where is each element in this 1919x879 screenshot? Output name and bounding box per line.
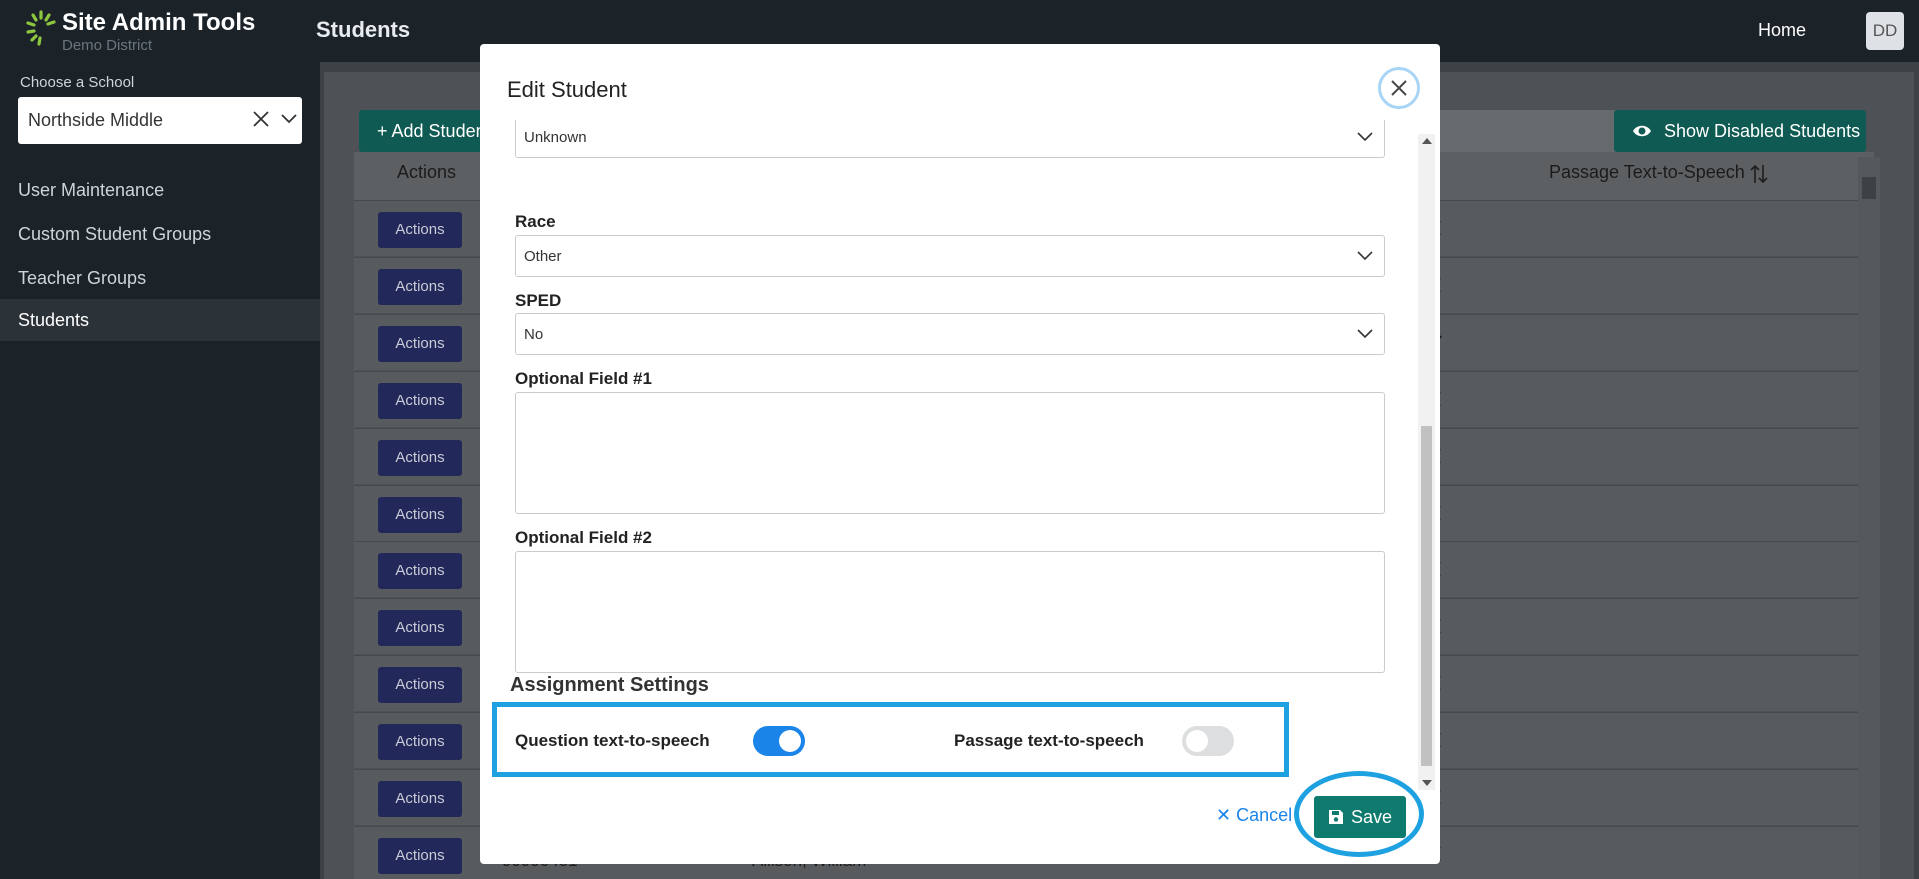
district-name: Demo District bbox=[62, 37, 153, 54]
question-tts-label: Question text-to-speech bbox=[515, 731, 710, 750]
show-disabled-students-button[interactable]: Show Disabled Students bbox=[1614, 110, 1866, 152]
logo-icon bbox=[26, 10, 56, 46]
sidebar-item-students[interactable]: Students bbox=[0, 299, 320, 341]
save-label: Save bbox=[1351, 807, 1393, 827]
edit-student-modal: Edit Student Unknown Race Other SPED No … bbox=[480, 44, 1440, 864]
school-select-value: Northside Middle bbox=[28, 110, 164, 130]
modal-scrollbar[interactable] bbox=[1418, 134, 1435, 790]
chevron-down-icon[interactable] bbox=[280, 109, 298, 129]
row-actions-button[interactable]: Actions bbox=[378, 439, 462, 476]
close-icon bbox=[1391, 80, 1407, 96]
save-button[interactable]: Save bbox=[1314, 796, 1406, 838]
cancel-x-icon: ✕ bbox=[1216, 805, 1232, 825]
row-actions-button[interactable]: Actions bbox=[378, 325, 462, 362]
school-select[interactable]: Northside Middle bbox=[18, 97, 302, 144]
sidebar-item-custom-student-groups[interactable]: Custom Student Groups bbox=[0, 213, 320, 255]
scroll-up-arrow-icon[interactable] bbox=[1422, 138, 1432, 144]
cancel-label: Cancel bbox=[1236, 805, 1293, 825]
optional-field-1-label: Optional Field #1 bbox=[515, 369, 652, 388]
table-scrollbar-thumb[interactable] bbox=[1862, 177, 1876, 199]
optional-field-2-label: Optional Field #2 bbox=[515, 528, 652, 547]
chevron-down-icon bbox=[1357, 329, 1373, 339]
question-tts-toggle[interactable] bbox=[753, 726, 805, 756]
assignment-settings-heading: Assignment Settings bbox=[510, 674, 709, 696]
row-actions-button[interactable]: Actions bbox=[378, 724, 462, 761]
brand[interactable]: Site Admin Tools Demo District bbox=[24, 6, 314, 54]
modal-scrollbar-thumb[interactable] bbox=[1421, 426, 1432, 766]
chevron-down-icon bbox=[1357, 132, 1373, 142]
home-link[interactable]: Home bbox=[1758, 20, 1806, 41]
search-input[interactable] bbox=[1432, 110, 1642, 152]
optional-field-1-input[interactable] bbox=[515, 392, 1385, 514]
optional-field-2-input[interactable] bbox=[515, 551, 1385, 673]
toggle-knob bbox=[779, 730, 801, 752]
table-scrollbar[interactable] bbox=[1858, 157, 1880, 879]
toggle-knob bbox=[1186, 730, 1208, 752]
tts-settings-highlight: Question text-to-speech Passage text-to-… bbox=[492, 702, 1289, 777]
race-select-value: Other bbox=[524, 248, 562, 265]
sped-select[interactable]: No bbox=[515, 313, 1385, 355]
top-select[interactable]: Unknown bbox=[515, 120, 1385, 158]
column-header-passage-tts[interactable]: Passage Text-to-Speech bbox=[1549, 162, 1745, 183]
sort-icon[interactable] bbox=[1749, 163, 1769, 185]
race-label: Race bbox=[515, 212, 556, 231]
sped-label: SPED bbox=[515, 291, 562, 310]
app-title: Site Admin Tools bbox=[62, 9, 256, 36]
show-disabled-students-label: Show Disabled Students bbox=[1664, 121, 1861, 141]
cancel-button[interactable]: ✕ Cancel bbox=[1216, 805, 1292, 826]
row-actions-button[interactable]: Actions bbox=[378, 496, 462, 533]
modal-title: Edit Student bbox=[507, 77, 627, 102]
row-actions-button[interactable]: Actions bbox=[378, 667, 462, 704]
sped-select-value: No bbox=[524, 326, 544, 343]
row-actions-button[interactable]: Actions bbox=[378, 212, 462, 248]
row-actions-button[interactable]: Actions bbox=[378, 781, 462, 817]
row-actions-button[interactable]: Actions bbox=[378, 610, 462, 647]
row-actions-button[interactable]: Actions bbox=[378, 382, 462, 419]
column-header-actions: Actions bbox=[397, 162, 457, 182]
scroll-down-arrow-icon[interactable] bbox=[1422, 780, 1432, 786]
sidebar-item-teacher-groups[interactable]: Teacher Groups bbox=[0, 257, 320, 299]
modal-body[interactable]: Unknown Race Other SPED No Optional Fiel… bbox=[480, 120, 1440, 768]
row-actions-button[interactable]: Actions bbox=[378, 837, 462, 874]
page-title: Students bbox=[316, 17, 411, 42]
row-actions-button[interactable]: Actions bbox=[378, 268, 462, 305]
sidebar: Choose a School Northside Middle User Ma… bbox=[0, 62, 320, 879]
chevron-down-icon bbox=[1357, 251, 1373, 261]
row-actions-button[interactable]: Actions bbox=[378, 553, 462, 590]
top-select-value: Unknown bbox=[524, 129, 587, 146]
sidebar-item-user-maintenance[interactable]: User Maintenance bbox=[0, 169, 320, 211]
avatar[interactable]: DD bbox=[1866, 12, 1904, 50]
clear-icon[interactable] bbox=[250, 105, 272, 133]
save-icon bbox=[1329, 810, 1343, 824]
school-select-label: Choose a School bbox=[20, 74, 135, 91]
passage-tts-toggle[interactable] bbox=[1182, 726, 1234, 756]
passage-tts-label: Passage text-to-speech bbox=[954, 731, 1144, 750]
eye-icon bbox=[1633, 125, 1651, 137]
race-select[interactable]: Other bbox=[515, 235, 1385, 277]
modal-close-button[interactable] bbox=[1378, 67, 1420, 109]
